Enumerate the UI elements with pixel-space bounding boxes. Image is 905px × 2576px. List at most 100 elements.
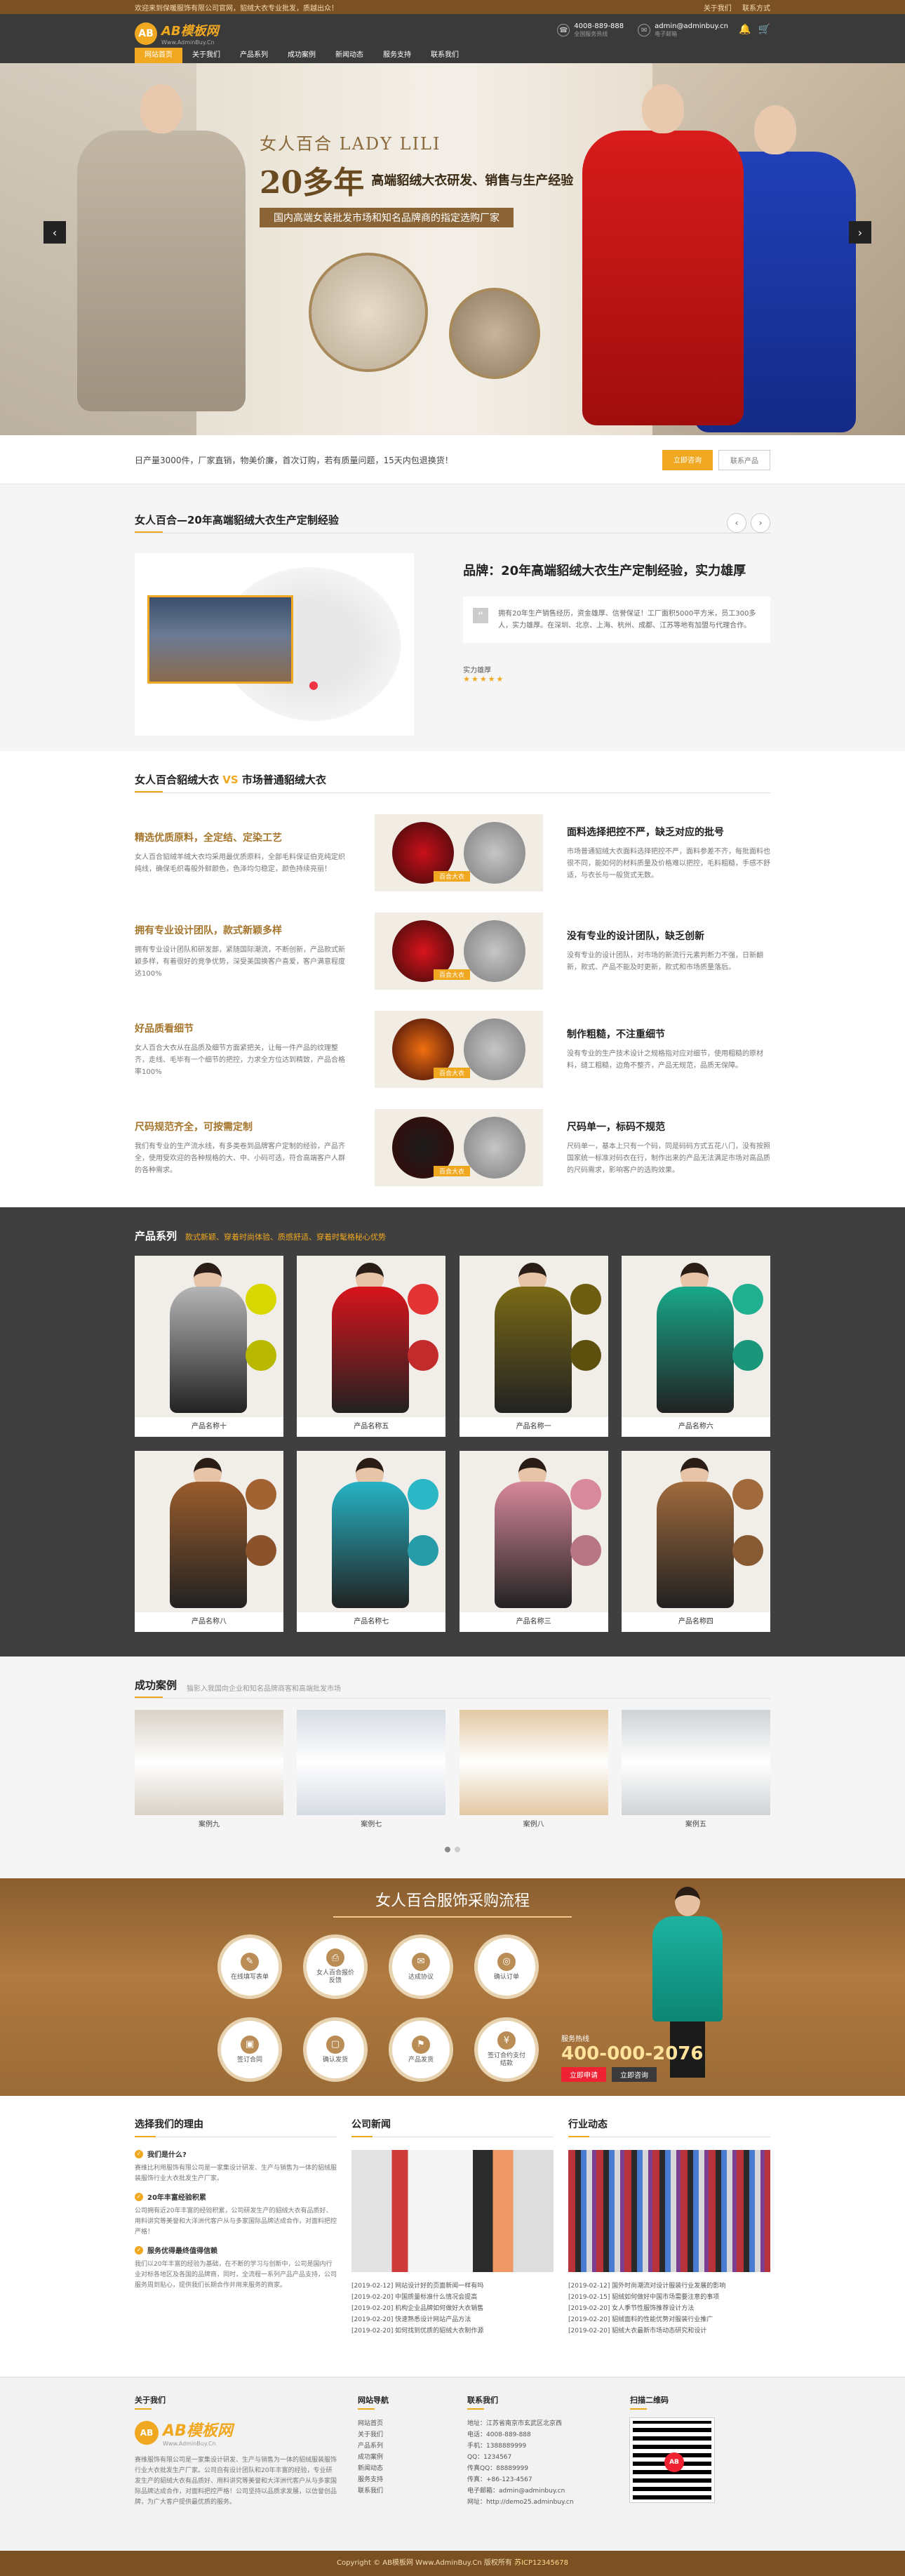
process-step: ✉ 达成协议 [389,1934,453,1999]
apply-button[interactable]: 立即申请 [561,2067,606,2082]
nav-cases[interactable]: 成功案例 [278,48,326,63]
about-prev-button[interactable]: ‹ [727,512,746,533]
nav-home[interactable]: 网站首页 [135,48,182,63]
news-item[interactable]: [2019-02-20] 快速熟悉设计网站产品方法 [351,2314,554,2325]
brand-heading: 品牌：20年高端貂绒大衣生产定制经验，实力雄厚 [463,564,746,578]
case-image[interactable] [459,1710,608,1815]
carousel-dot[interactable] [455,1847,460,1852]
product-image[interactable] [621,1256,770,1417]
news-item[interactable]: [2019-02-15] 貂绒如何做好中国市场需要注意的事项 [568,2292,770,2303]
fabric-swatch [246,1479,276,1510]
case-name[interactable]: 案例九 [135,1815,283,1835]
news-item[interactable]: [2019-02-20] 貂绒面料的性能优势对服装行业推广 [568,2314,770,2325]
case-image[interactable] [135,1710,283,1815]
product-name[interactable]: 产品名称十 [135,1417,283,1437]
footer-logo-icon: AB [135,2420,159,2445]
news-item[interactable]: [2019-02-20] 貂绒大衣最新市场动态研究和设计 [568,2325,770,2337]
case-name[interactable]: 案例八 [460,1815,608,1835]
nav-contact[interactable]: 联系我们 [421,48,469,63]
product-card[interactable]: 产品名称七 [297,1451,446,1632]
case-card[interactable]: 案例九 [135,1710,283,1835]
contact-products-button[interactable]: 联系产品 [718,449,770,470]
product-name[interactable]: 产品名称六 [622,1417,770,1437]
footer-nav-link[interactable]: 新闻动态 [358,2463,467,2474]
case-name[interactable]: 案例五 [622,1815,770,1835]
news-item[interactable]: [2019-02-20] 如何找到优质的貂绒大衣制作源 [351,2325,554,2337]
banner-next-button[interactable]: › [849,221,871,244]
footer-nav-link[interactable]: 服务支持 [358,2474,467,2485]
bell-icon[interactable]: 🔔 [739,24,751,35]
industry-news-image[interactable] [568,2150,770,2272]
nav-about[interactable]: 关于我们 [182,48,230,63]
product-card[interactable]: 产品名称十 [135,1256,283,1437]
company-news-image[interactable] [351,2150,554,2272]
case-card[interactable]: 案例七 [297,1710,446,1835]
icp-link[interactable]: 苏ICP12345678 [514,2559,568,2567]
advantage-text: 拥有专业设计团队和研发部，紧随国际潮流，不断创新，产品款式新颖多样，有着很好的竞… [135,945,345,978]
footer-nav-link[interactable]: 产品系列 [358,2441,467,2452]
case-card[interactable]: 案例八 [459,1710,608,1835]
top-bar: 欢迎来到保暖服饰有限公司官网，貂绒大衣专业批发，质越出众！ 关于我们 联系方式 [0,0,905,14]
product-name[interactable]: 产品名称一 [460,1417,608,1437]
mail-icon: ✉ [638,24,651,36]
product-card[interactable]: 产品名称八 [135,1451,283,1632]
about-next-button[interactable]: › [751,512,770,533]
reason-heading: ✓ 服务优得最终值得信赖 [135,2245,337,2255]
product-image[interactable] [135,1451,283,1612]
nav-products[interactable]: 产品系列 [230,48,278,63]
phone-number: 4008-889-888 [574,22,624,30]
product-card[interactable]: 产品名称三 [459,1451,608,1632]
case-image[interactable] [621,1710,770,1815]
product-name[interactable]: 产品名称七 [297,1612,445,1632]
nav-news[interactable]: 新闻动态 [326,48,373,63]
case-name[interactable]: 案例七 [297,1815,445,1835]
process-step-icon: ▢ [326,2035,344,2054]
product-image[interactable] [459,1256,608,1417]
product-name[interactable]: 产品名称四 [622,1612,770,1632]
product-card[interactable]: 产品名称一 [459,1256,608,1437]
common-fabric-swatch [464,920,525,982]
footer-nav-link[interactable]: 网站首页 [358,2418,467,2429]
product-card[interactable]: 产品名称四 [621,1451,770,1632]
about-title: 女人百合—20年高端貂绒大衣生产定制经验 [135,512,339,533]
news-item[interactable]: [2019-02-20] 机构企业品牌如何做好大衣销售 [351,2303,554,2314]
consult-button[interactable]: 立即咨询 [662,449,713,470]
reason-text: 赛维比利用服饰有限公司是一家集设计研发、生产与销售为一体的貂绒服装服饰行业大衣批… [135,2165,337,2182]
quote-icon: “ [473,608,489,623]
fabric-swatch [732,1340,763,1371]
site-logo[interactable]: AB AB模板网 Www.AdminBuy.Cn [135,21,219,46]
top-link-about[interactable]: 关于我们 [704,5,732,13]
news-item[interactable]: [2019-02-12] 国外时尚潮流对设计服装行业发展的影响 [568,2280,770,2292]
nav-service[interactable]: 服务支持 [373,48,421,63]
footer-nav-link[interactable]: 联系我们 [358,2485,467,2497]
product-card[interactable]: 产品名称六 [621,1256,770,1437]
product-image[interactable] [297,1451,446,1612]
cart-icon[interactable]: 🛒 [758,24,770,35]
case-image[interactable] [297,1710,446,1815]
carousel-dot[interactable] [445,1847,450,1852]
product-name[interactable]: 产品名称五 [297,1417,445,1437]
news-item[interactable]: [2019-02-12] 网站设计好的页面新闻一样有吗 [351,2280,554,2292]
product-image[interactable] [459,1451,608,1612]
advantage-text: 女人百合貂绒羊绒大衣均采用最优质原料，全部毛料保证伯克纯定织纯线，确保毛织毒般外… [135,854,345,873]
phone-icon: ☎ [557,24,570,36]
banner-prev-button[interactable]: ‹ [43,221,66,244]
footer-nav-link[interactable]: 关于我们 [358,2429,467,2441]
footer-logo[interactable]: AB AB模板网 Www.AdminBuy.Cn [135,2418,345,2447]
product-card[interactable]: 产品名称五 [297,1256,446,1437]
news-item[interactable]: [2019-02-20] 中国质量标准什么情况会提高 [351,2292,554,2303]
product-name[interactable]: 产品名称三 [460,1612,608,1632]
product-image[interactable] [135,1256,283,1417]
product-image[interactable] [621,1451,770,1612]
advantage-title: 精选优质原料，全定结、定染工艺 [135,832,282,844]
footer-nav-link[interactable]: 成功案例 [358,2452,467,2463]
reason-heading: ✓ 我们是什么? [135,2149,337,2159]
product-name[interactable]: 产品名称八 [135,1612,283,1632]
copyright-text: Copyright © AB模板网 Www.AdminBuy.Cn 版权所有 [337,2559,512,2567]
email-address[interactable]: admin@adminbuy.cn [655,22,728,30]
case-card[interactable]: 案例五 [621,1710,770,1835]
news-item[interactable]: [2019-02-20] 女人季节性服饰推荐设计方法 [568,2303,770,2314]
inquire-button[interactable]: 立即咨询 [612,2067,657,2082]
top-link-contact[interactable]: 联系方式 [742,5,770,13]
product-image[interactable] [297,1256,446,1417]
